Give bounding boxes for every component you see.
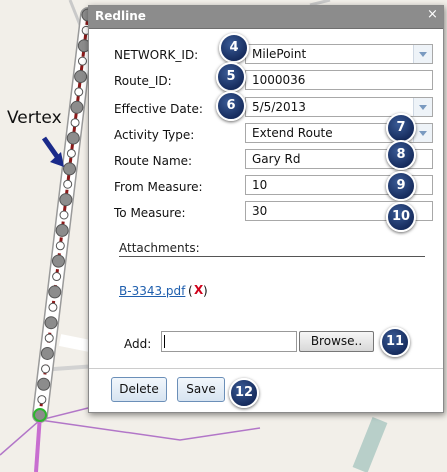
- step-badge-5: 5: [216, 62, 246, 92]
- activity-type-value: Extend Route: [252, 126, 333, 140]
- chevron-down-icon[interactable]: [413, 45, 432, 63]
- browse-button[interactable]: Browse..: [299, 331, 374, 352]
- network-id-value: MilePoint: [252, 47, 307, 61]
- route-vertex[interactable]: [37, 395, 47, 405]
- route-vertex[interactable]: [52, 272, 62, 282]
- network-id-select[interactable]: MilePoint: [245, 44, 433, 64]
- remove-attachment-icon[interactable]: X: [194, 283, 203, 297]
- add-label: Add:: [124, 337, 152, 351]
- route-id-label: Route_ID:: [114, 74, 172, 88]
- close-icon[interactable]: ×: [427, 8, 438, 21]
- route-vertex[interactable]: [48, 302, 58, 312]
- effective-date-value: 5/5/2013: [252, 100, 306, 114]
- activity-type-label: Activity Type:: [114, 128, 195, 142]
- chevron-down-icon[interactable]: [413, 98, 432, 116]
- route-vertex[interactable]: [59, 210, 69, 220]
- route-vertex[interactable]: [41, 364, 51, 374]
- text-caret: [164, 335, 165, 348]
- step-badge-6: 6: [216, 91, 246, 121]
- route-end-vertex[interactable]: [33, 408, 47, 422]
- route-vertex[interactable]: [66, 148, 76, 158]
- save-button[interactable]: Save: [177, 377, 225, 402]
- route-id-input[interactable]: 1000036: [245, 70, 433, 90]
- route-vertex[interactable]: [74, 70, 88, 84]
- network-id-label: NETWORK_ID:: [114, 48, 199, 62]
- attachment-open-paren: (: [188, 284, 193, 298]
- route-vertex[interactable]: [37, 377, 51, 391]
- attachment-close-paren: ): [203, 284, 208, 298]
- step-badge-8: 8: [386, 140, 416, 170]
- route-vertex[interactable]: [55, 223, 69, 237]
- attachments-divider: [119, 256, 425, 257]
- effective-date-label: Effective Date:: [114, 102, 203, 116]
- step-badge-4: 4: [219, 33, 249, 63]
- route-vertex[interactable]: [44, 316, 58, 330]
- button-bar-divider: [89, 368, 443, 369]
- route-vertex[interactable]: [55, 241, 65, 251]
- route-vertex[interactable]: [51, 254, 65, 268]
- route-vertex[interactable]: [59, 193, 73, 207]
- from-measure-label: From Measure:: [114, 180, 203, 194]
- file-path-input[interactable]: [161, 331, 297, 352]
- step-badge-10: 10: [386, 202, 416, 232]
- route-vertex[interactable]: [40, 346, 54, 360]
- to-measure-label: To Measure:: [114, 206, 186, 220]
- attachment-link[interactable]: B-3343.pdf: [119, 284, 185, 298]
- step-badge-11: 11: [380, 327, 410, 357]
- attachments-heading: Attachments:: [119, 241, 200, 255]
- dialog-title: Redline: [95, 9, 146, 23]
- route-vertex[interactable]: [48, 285, 62, 299]
- route-vertex[interactable]: [66, 131, 80, 145]
- route-vertex[interactable]: [74, 87, 84, 97]
- vertex-annotation: Vertex: [7, 108, 62, 128]
- route-vertex[interactable]: [44, 333, 54, 343]
- route-vertex[interactable]: [63, 179, 73, 189]
- redline-dialog: Redline × NETWORK_ID: MilePoint 4 Route_…: [88, 5, 444, 413]
- step-badge-12: 12: [229, 378, 259, 408]
- step-badge-9: 9: [386, 171, 416, 201]
- route-name-label: Route Name:: [114, 154, 193, 168]
- dialog-titlebar[interactable]: Redline ×: [89, 6, 443, 29]
- route-vertex[interactable]: [63, 162, 77, 176]
- route-vertex[interactable]: [70, 100, 84, 114]
- step-badge-7: 7: [386, 113, 416, 143]
- route-vertex[interactable]: [70, 118, 80, 128]
- delete-button[interactable]: Delete: [111, 377, 167, 402]
- route-vertex[interactable]: [77, 56, 87, 66]
